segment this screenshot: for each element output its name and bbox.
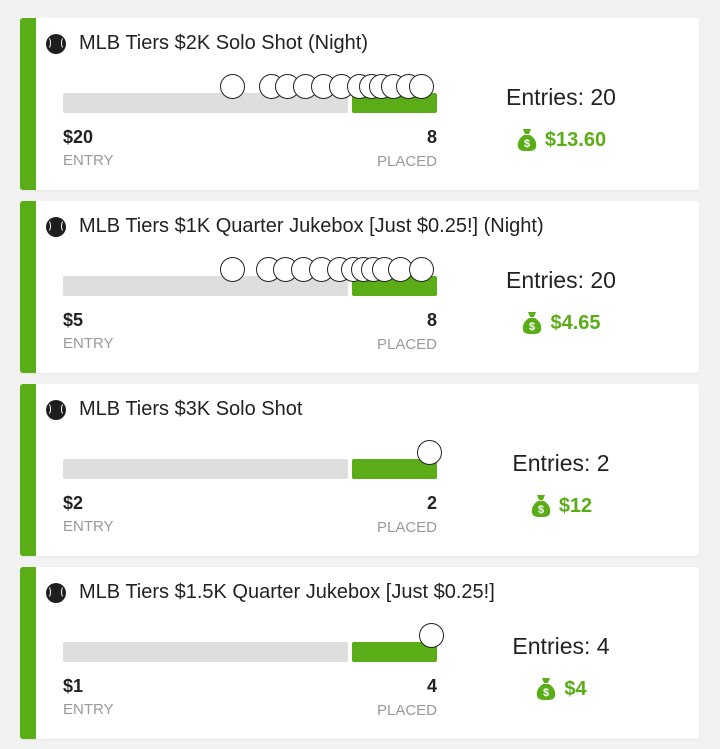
baseball-icon [46,33,66,54]
placed-label: PLACED [376,519,437,536]
money-bag-icon: $ [523,312,542,334]
placed-label: PLACED [376,702,437,719]
entry-marker [417,440,442,465]
placed-count: 2 [426,493,437,513]
prize-value: $4.65 [550,311,601,334]
svg-text:$: $ [524,138,530,150]
placed-label: PLACED [376,153,437,170]
placement-progress [63,623,444,662]
entry-label: ENTRY [63,701,114,718]
prize-amount: $ $4.65 [466,311,656,335]
prize-amount: $ $12 [466,494,656,518]
contest-title: MLB Tiers $1.5K Quarter Jukebox [Just $0… [46,581,495,604]
entries-count: Entries: 20 [506,84,616,110]
entry-markers [63,257,463,285]
entries-count: Entries: 20 [506,267,616,293]
entry-marker [409,74,434,99]
entry-marker [220,257,245,282]
svg-text:$: $ [538,504,544,516]
baseball-icon [46,399,66,420]
contest-title: MLB Tiers $1K Quarter Jukebox [Just $0.2… [46,215,544,238]
entry-label: ENTRY [63,152,114,169]
entry-markers [63,623,463,651]
placement-progress [63,74,437,113]
entry-marker [220,74,245,99]
svg-text:$: $ [543,687,549,699]
contest-name: MLB Tiers $1.5K Quarter Jukebox [Just $0… [79,581,495,603]
money-bag-icon: $ [517,129,537,151]
entry-marker [419,623,444,648]
placement-progress [63,257,437,296]
entry-fee: $20 [63,127,94,147]
contest-card[interactable]: MLB Tiers $2K Solo Shot (Night) $20 ENTR… [20,18,699,190]
entry-label: ENTRY [63,335,114,352]
placement-progress [63,440,442,479]
prize-amount: $ $4 [466,677,656,701]
contest-card[interactable]: MLB Tiers $1.5K Quarter Jukebox [Just $0… [20,567,699,739]
entries-count: Entries: 2 [512,450,610,476]
entry-markers [63,440,463,468]
prize-value: $4 [564,677,587,700]
contest-title: MLB Tiers $3K Solo Shot [46,398,302,421]
placed-count: 4 [426,676,437,696]
entries-count: Entries: 4 [512,633,610,659]
entry-fee: $5 [63,310,84,330]
contest-card[interactable]: MLB Tiers $3K Solo Shot $2 ENTRY 2 PLACE… [20,384,699,556]
money-bag-icon: $ [537,678,556,700]
entry-marker [409,257,434,282]
placed-label: PLACED [376,336,437,353]
prize-value: $13.60 [544,128,607,151]
placed-count: 8 [426,127,437,147]
contest-title: MLB Tiers $2K Solo Shot (Night) [46,32,368,55]
contest-name: MLB Tiers $2K Solo Shot (Night) [79,32,369,54]
placed-count: 8 [426,310,437,330]
entry-markers [63,74,463,102]
entry-fee: $1 [63,676,84,696]
contest-name: MLB Tiers $3K Solo Shot [79,398,303,420]
baseball-icon [46,216,66,237]
baseball-icon [46,582,66,603]
entry-label: ENTRY [63,518,114,535]
entry-fee: $2 [63,493,84,513]
money-bag-icon: $ [531,495,551,517]
contest-card[interactable]: MLB Tiers $1K Quarter Jukebox [Just $0.2… [20,201,699,373]
svg-text:$: $ [529,321,535,333]
prize-amount: $ $13.60 [466,128,656,152]
contest-name: MLB Tiers $1K Quarter Jukebox [Just $0.2… [79,215,544,237]
prize-value: $12 [558,494,593,517]
